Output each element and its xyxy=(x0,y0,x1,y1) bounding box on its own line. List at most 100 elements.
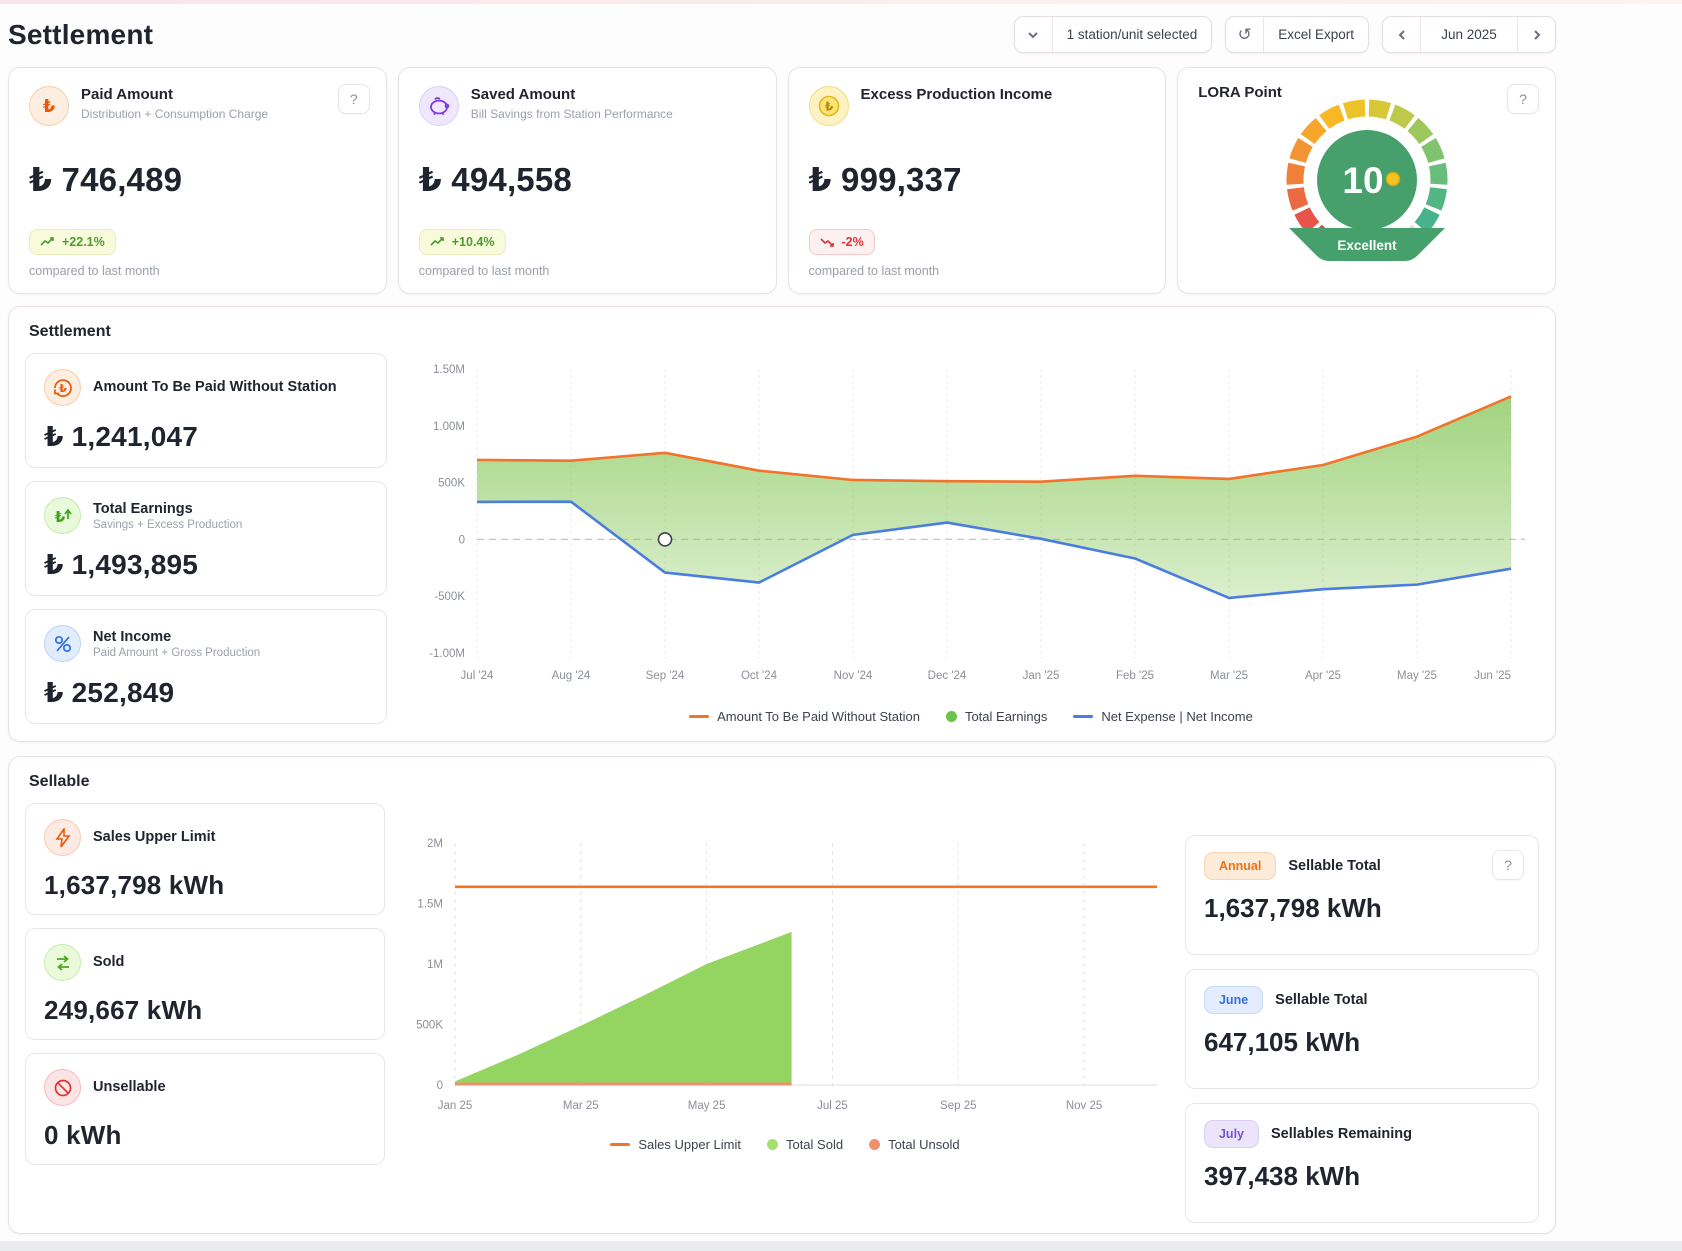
legend-line-swatch xyxy=(1073,715,1093,718)
stat-title: Net Income xyxy=(93,628,260,646)
sellable-chart-area: 2M1.5M1M500K0Jan 25Mar 25May 25Jul 25Sep… xyxy=(401,803,1169,1223)
svg-text:Mar '25: Mar '25 xyxy=(1210,670,1248,682)
station-selector-label[interactable]: 1 station/unit selected xyxy=(1053,17,1212,52)
svg-text:500K: 500K xyxy=(416,1020,443,1032)
legend-label: Total Unsold xyxy=(888,1137,960,1152)
sellable-panel-title: Sellable xyxy=(29,773,1539,791)
summary-card-june-sellable-total: June Sellable Total 647,105 kWh xyxy=(1185,969,1539,1089)
trend-badge: +10.4% xyxy=(419,229,506,255)
svg-text:Jan '25: Jan '25 xyxy=(1023,670,1060,682)
summary-title: Sellable Total xyxy=(1288,858,1380,874)
svg-text:Dec '24: Dec '24 xyxy=(928,670,967,682)
legend-label: Amount To Be Paid Without Station xyxy=(717,709,920,724)
month-navigator: Jun 2025 xyxy=(1382,16,1556,53)
lora-point-card: LORA Point ? 10Excellent xyxy=(1177,67,1556,294)
stat-subtitle: Savings + Excess Production xyxy=(93,519,242,531)
stat-value: 249,667 kWh xyxy=(44,995,366,1026)
help-button[interactable]: ? xyxy=(1507,84,1539,114)
chevron-left-icon[interactable] xyxy=(1383,17,1421,52)
summary-value: 397,438 kWh xyxy=(1204,1161,1520,1192)
legend-item[interactable]: Amount To Be Paid Without Station xyxy=(689,709,920,724)
chevron-right-icon[interactable] xyxy=(1517,17,1555,52)
kpi-subtitle: Bill Savings from Station Performance xyxy=(471,107,673,123)
legend-item[interactable]: Total Sold xyxy=(767,1137,843,1152)
trend-up-icon xyxy=(430,237,446,247)
summary-card-annual-sellable-total: Annual Sellable Total ? 1,637,798 kWh xyxy=(1185,835,1539,955)
refresh-icon[interactable]: ↺ xyxy=(1226,17,1264,52)
page: Settlement 1 station/unit selected ↺ Exc… xyxy=(0,4,1556,1234)
period-badge: June xyxy=(1204,986,1263,1014)
summary-title: Sellable Total xyxy=(1275,992,1367,1008)
station-selector[interactable]: 1 station/unit selected xyxy=(1014,16,1213,53)
stat-title: Unsellable xyxy=(93,1078,166,1096)
svg-text:0: 0 xyxy=(459,534,465,546)
compare-text: compared to last month xyxy=(419,264,756,278)
legend-dot-swatch xyxy=(869,1139,880,1150)
legend-dot-swatch xyxy=(946,711,957,722)
svg-text:-1.00M: -1.00M xyxy=(429,648,465,660)
legend-label: Total Earnings xyxy=(965,709,1047,724)
stat-title: Sold xyxy=(93,953,124,971)
circle-slash-icon xyxy=(44,1069,81,1106)
chevron-down-icon[interactable] xyxy=(1015,17,1053,52)
svg-text:0: 0 xyxy=(437,1080,443,1092)
trend-up-icon xyxy=(40,237,56,247)
help-button[interactable]: ? xyxy=(1492,850,1524,880)
settlement-chart-legend: Amount To Be Paid Without Station Total … xyxy=(689,709,1253,724)
excel-export-button[interactable]: Excel Export xyxy=(1264,17,1368,52)
sellable-summary-column: Annual Sellable Total ? 1,637,798 kWh Ju… xyxy=(1185,803,1539,1223)
svg-text:Nov '24: Nov '24 xyxy=(834,670,873,682)
stat-value: ₺ 1,241,047 xyxy=(44,420,368,453)
kpi-value: ₺ 999,337 xyxy=(809,160,1146,199)
page-title: Settlement xyxy=(8,19,153,51)
summary-value: 1,637,798 kWh xyxy=(1204,893,1520,924)
trend-badge: +22.1% xyxy=(29,229,116,255)
svg-text:Sep '24: Sep '24 xyxy=(646,670,685,682)
kpi-title: Excess Production Income xyxy=(861,86,1053,105)
legend-item[interactable]: Total Earnings xyxy=(946,709,1047,724)
summary-title: Sellables Remaining xyxy=(1271,1126,1412,1142)
legend-item[interactable]: Sales Upper Limit xyxy=(610,1137,741,1152)
compare-text: compared to last month xyxy=(809,264,1146,278)
svg-text:Jul 25: Jul 25 xyxy=(817,1100,848,1112)
svg-text:500K: 500K xyxy=(438,478,465,490)
svg-text:1.5M: 1.5M xyxy=(417,899,443,911)
month-label[interactable]: Jun 2025 xyxy=(1421,17,1517,52)
svg-text:1M: 1M xyxy=(427,959,443,971)
kpi-card-paid-amount: ₺ Paid Amount Distribution + Consumption… xyxy=(8,67,387,294)
trend-badge-label: +22.1% xyxy=(62,235,105,249)
svg-text:₺: ₺ xyxy=(824,100,833,114)
kpi-subtitle: Distribution + Consumption Charge xyxy=(81,107,268,123)
excel-export-group: ↺ Excel Export xyxy=(1225,16,1369,53)
kpi-value: ₺ 494,558 xyxy=(419,160,756,199)
settlement-chart: 1.50M1.00M500K0-500K-1.00MJul '24Aug '24… xyxy=(411,353,1531,705)
help-button[interactable]: ? xyxy=(338,84,370,114)
legend-item[interactable]: Total Unsold xyxy=(869,1137,960,1152)
svg-text:Excellent: Excellent xyxy=(1337,238,1397,253)
svg-text:₺: ₺ xyxy=(54,509,65,526)
kpi-card-saved-amount: Saved Amount Bill Savings from Station P… xyxy=(398,67,777,294)
legend-item[interactable]: Net Expense | Net Income xyxy=(1073,709,1253,724)
trend-badge: -2% xyxy=(809,229,875,255)
lora-gauge: 10Excellent xyxy=(1269,94,1465,289)
sellable-stat-column: Sales Upper Limit 1,637,798 kWh Sold 249… xyxy=(25,803,385,1223)
svg-text:Jul '24: Jul '24 xyxy=(461,670,494,682)
kpi-title: Paid Amount xyxy=(81,86,268,105)
settlement-stat-column: ₺ Amount To Be Paid Without Station ₺ 1,… xyxy=(25,353,387,732)
stat-value: 0 kWh xyxy=(44,1120,366,1151)
sellable-chart: 2M1.5M1M500K0Jan 25Mar 25May 25Jul 25Sep… xyxy=(401,821,1169,1133)
svg-text:-500K: -500K xyxy=(434,591,465,603)
stat-card-sold: Sold 249,667 kWh xyxy=(25,928,385,1040)
trend-down-icon xyxy=(820,237,836,247)
settlement-chart-area: 1.50M1.00M500K0-500K-1.00MJul '24Aug '24… xyxy=(403,353,1539,732)
sellable-chart-legend: Sales Upper Limit Total Sold Total Unsol… xyxy=(610,1137,959,1152)
settlement-panel-title: Settlement xyxy=(29,323,1539,341)
svg-text:1.50M: 1.50M xyxy=(433,364,465,376)
svg-text:Feb '25: Feb '25 xyxy=(1116,670,1154,682)
sellable-panel: Sellable Sales Upper Limit 1,637,798 kWh xyxy=(8,756,1556,1234)
kpi-row: ₺ Paid Amount Distribution + Consumption… xyxy=(8,67,1556,294)
legend-line-swatch xyxy=(610,1143,630,1146)
svg-text:2M: 2M xyxy=(427,838,443,850)
svg-text:Aug '24: Aug '24 xyxy=(552,670,591,682)
stat-value: ₺ 252,849 xyxy=(44,676,368,709)
